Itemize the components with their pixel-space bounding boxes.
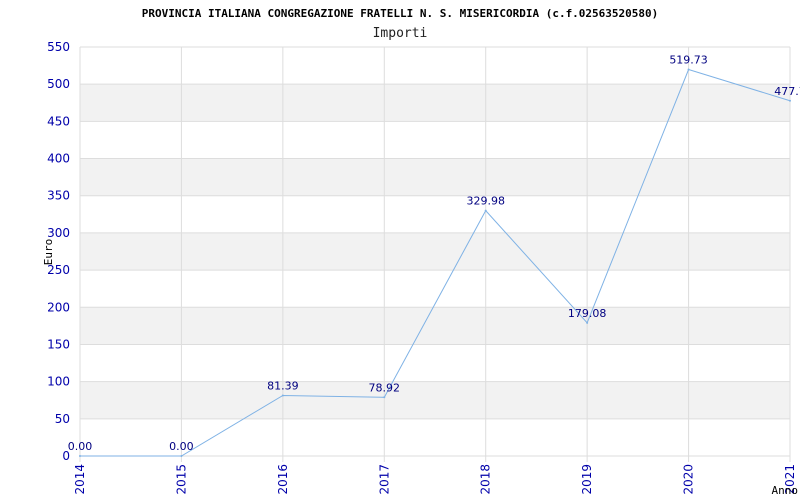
grid-band [80,158,790,196]
data-label: 81.39 [267,379,299,392]
x-tick-label: 2018 [479,464,493,495]
y-tick-label: 500 [47,77,70,91]
chart-title: PROVINCIA ITALIANA CONGREGAZIONE FRATELL… [142,7,659,20]
x-tick-label: 2014 [73,464,87,495]
y-tick-label: 550 [47,40,70,54]
x-tick-label: 2019 [580,464,594,495]
grid-band [80,84,790,122]
data-point [281,394,284,397]
line-chart: PROVINCIA ITALIANA CONGREGAZIONE FRATELL… [42,7,800,497]
data-point [789,99,791,102]
y-tick-label: 200 [47,300,70,314]
data-point [687,68,690,71]
data-point [180,455,183,457]
data-label: 329.98 [466,195,505,208]
data-label: 477.7 [774,85,800,98]
chart-subtitle: Importi [373,26,428,41]
data-point [586,321,589,324]
x-tick-label: 2016 [276,464,290,495]
y-tick-label: 400 [47,152,70,166]
data-point [484,209,487,212]
grid-band [80,381,790,419]
grid-band [80,307,790,345]
data-label: 78.92 [369,381,401,394]
x-axis-label: Anno [772,484,799,497]
y-tick-label: 450 [47,114,70,128]
x-axis-ticks: 2014 2015 2016 2017 2018 2019 2020 2021 [73,464,797,495]
y-axis-label: Euro [42,239,55,266]
data-label: 519.73 [669,54,708,67]
y-tick-label: 300 [47,226,70,240]
background-bands [80,84,790,419]
data-point [79,455,81,457]
data-point [383,396,386,399]
data-label: 179.08 [568,307,607,320]
x-tick-label: 2015 [174,464,188,495]
y-tick-label: 50 [55,412,70,426]
y-tick-label: 350 [47,189,70,203]
y-tick-label: 150 [47,337,70,351]
data-label: 0.00 [169,440,194,453]
data-label: 0.00 [68,440,93,453]
y-tick-label: 100 [47,375,70,389]
grid-band [80,232,790,271]
x-tick-label: 2020 [682,464,696,495]
x-tick-label: 2017 [377,464,391,495]
